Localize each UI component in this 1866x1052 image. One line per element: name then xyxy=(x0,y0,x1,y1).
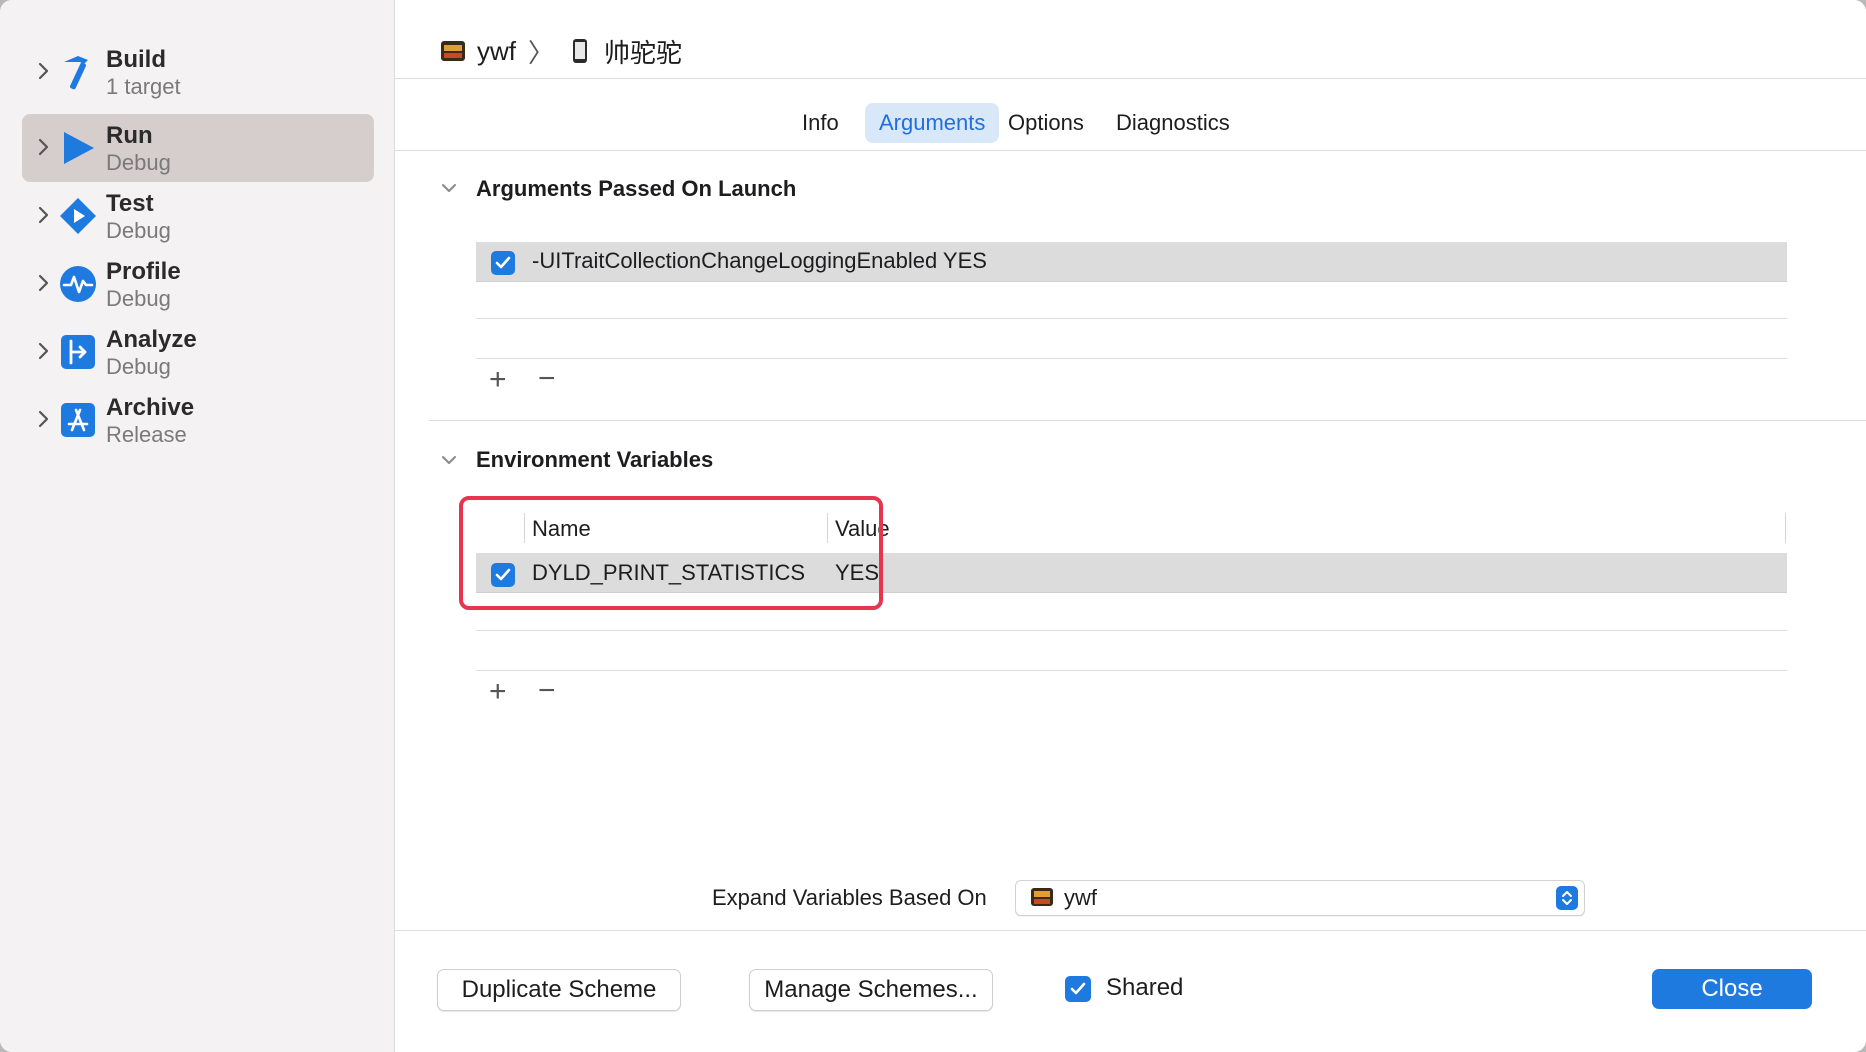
breadcrumb-scheme[interactable]: ywf xyxy=(477,36,516,67)
breadcrumb-separator-icon: 〉 xyxy=(528,37,555,68)
chevron-right-icon[interactable] xyxy=(32,136,54,158)
sidebar-item-subtitle: Release xyxy=(106,422,187,447)
iphone-icon[interactable] xyxy=(566,37,594,65)
tab-diagnostics[interactable]: Diagnostics xyxy=(1102,103,1244,143)
sidebar-item-subtitle: Debug xyxy=(106,150,171,175)
arguments-section-title: Arguments Passed On Launch xyxy=(476,176,797,201)
tab-info[interactable]: Info xyxy=(788,103,853,143)
sidebar-item-title: Build xyxy=(106,46,166,73)
shared-checkbox[interactable] xyxy=(1065,976,1091,1002)
sidebar-item-profile[interactable]: Profile Debug xyxy=(22,250,374,318)
sidebar-item-title: Profile xyxy=(106,258,181,285)
checkmark-icon xyxy=(495,256,511,269)
remove-argument-button[interactable]: − xyxy=(538,362,556,396)
hammer-icon xyxy=(64,56,88,90)
chevron-right-icon[interactable] xyxy=(32,204,54,226)
environment-section-title: Environment Variables xyxy=(476,447,714,472)
chevron-right-icon[interactable] xyxy=(32,408,54,430)
tab-options[interactable]: Options xyxy=(994,103,1098,143)
footer-divider xyxy=(395,930,1866,931)
play-icon xyxy=(64,132,94,164)
chevron-down-icon[interactable] xyxy=(439,450,459,470)
tabs-divider xyxy=(395,150,1866,151)
chevron-down-icon[interactable] xyxy=(439,178,459,198)
add-env-button[interactable]: + xyxy=(489,675,507,709)
section-divider xyxy=(429,420,1866,421)
sidebar-item-build[interactable]: Build 1 target xyxy=(22,38,374,106)
appstore-icon xyxy=(61,403,95,437)
popup-stepper-icon xyxy=(1556,886,1578,910)
breadcrumb-device[interactable]: 帅驼驼 xyxy=(604,33,682,70)
sidebar-item-subtitle: Debug xyxy=(106,354,171,379)
sidebar-item-title: Test xyxy=(106,190,154,217)
sidebar-item-title: Run xyxy=(106,122,153,149)
scheme-detail-pane: ywf 〉 帅驼驼 Info Arguments Options Diagnos… xyxy=(395,0,1866,1052)
column-separator xyxy=(1785,513,1786,543)
header-divider xyxy=(395,78,1866,79)
analyze-icon xyxy=(61,335,95,369)
remove-env-button[interactable]: − xyxy=(538,674,556,708)
tab-bar: Info Arguments Options Diagnostics xyxy=(395,103,1866,143)
table-row-divider xyxy=(476,358,1787,359)
expand-variables-select[interactable]: ywf xyxy=(1015,880,1585,916)
tab-arguments[interactable]: Arguments xyxy=(865,103,1000,143)
shared-label[interactable]: Shared xyxy=(1106,974,1183,1002)
scheme-action-sidebar: Build 1 target Run Debug Test Debug Prof… xyxy=(0,0,395,1052)
checkmark-icon xyxy=(1070,982,1086,995)
annotation-highlight-box xyxy=(459,496,883,610)
sidebar-item-archive[interactable]: Archive Release xyxy=(22,386,374,454)
sidebar-item-subtitle: Debug xyxy=(106,286,171,311)
sidebar-item-subtitle: Debug xyxy=(106,218,171,243)
breadcrumb: ywf 〉 帅驼驼 xyxy=(439,32,682,70)
chevron-right-icon[interactable] xyxy=(32,340,54,362)
app-icon xyxy=(1031,888,1053,906)
table-row-divider xyxy=(476,318,1787,319)
chevron-right-icon[interactable] xyxy=(32,60,54,82)
duplicate-scheme-button[interactable]: Duplicate Scheme xyxy=(437,969,681,1011)
expand-variables-value: ywf xyxy=(1064,885,1097,910)
sidebar-item-title: Archive xyxy=(106,394,195,421)
scheme-editor-window: Build 1 target Run Debug Test Debug Prof… xyxy=(0,0,1866,1052)
add-argument-button[interactable]: + xyxy=(489,363,507,397)
app-icon[interactable] xyxy=(439,37,467,65)
sidebar-item-subtitle: 1 target xyxy=(106,74,181,99)
sidebar-item-run[interactable]: Run Debug xyxy=(22,114,374,182)
sidebar-item-test[interactable]: Test Debug xyxy=(22,182,374,250)
expand-variables-label: Expand Variables Based On xyxy=(712,885,987,910)
table-row-divider xyxy=(476,630,1787,631)
manage-schemes-button[interactable]: Manage Schemes... xyxy=(749,969,993,1011)
argument-value[interactable]: -UITraitCollectionChangeLoggingEnabled Y… xyxy=(532,248,987,274)
close-button[interactable]: Close xyxy=(1652,969,1812,1009)
sidebar-item-analyze[interactable]: Analyze Debug xyxy=(22,318,374,386)
chevron-right-icon[interactable] xyxy=(32,272,54,294)
argument-enabled-checkbox[interactable] xyxy=(491,251,515,275)
sidebar-item-title: Analyze xyxy=(106,326,197,353)
table-row-divider xyxy=(476,670,1787,671)
waveform-icon xyxy=(60,266,96,302)
test-diamond-icon xyxy=(60,198,96,234)
